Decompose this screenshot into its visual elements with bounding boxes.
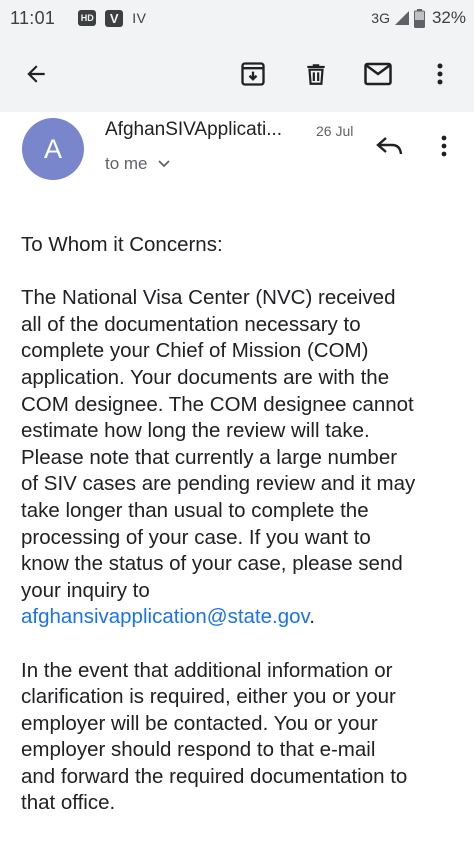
paragraph-1: The National Visa Center (NVC) received … xyxy=(21,285,461,631)
mark-unread-button[interactable] xyxy=(358,54,398,94)
signal-icon xyxy=(394,11,409,25)
sent-date: 26 Jul xyxy=(316,123,354,139)
mark-unread-icon xyxy=(364,62,392,86)
body-line: processing of your case. If you want to xyxy=(21,525,371,549)
body-line: employer should respond to that e-mail xyxy=(21,738,376,762)
message-more-button[interactable] xyxy=(426,128,462,164)
more-vert-icon xyxy=(441,135,447,157)
link-line: afghansivapplication@state.gov. xyxy=(21,604,461,631)
email-body: To Whom it Concerns: The National Visa C… xyxy=(21,232,461,844)
reply-button[interactable] xyxy=(372,128,408,164)
greeting: To Whom it Concerns: xyxy=(21,233,223,256)
delete-button[interactable] xyxy=(296,54,336,94)
back-button[interactable] xyxy=(16,54,56,94)
hd-badge-icon: HD xyxy=(78,10,97,26)
body-line: of SIV cases are pending review and it m… xyxy=(21,472,416,496)
body-line: Please note that currently a large numbe… xyxy=(21,445,398,469)
body-line: COM designee. The COM designee cannot xyxy=(21,392,414,416)
chevron-down-icon xyxy=(157,160,170,168)
body-line: application. Your documents are with the xyxy=(21,365,390,389)
reply-icon xyxy=(376,137,403,155)
iv-indicator: IV xyxy=(132,10,147,26)
body-line: know the status of your case, please sen… xyxy=(21,552,403,576)
delete-icon xyxy=(307,64,325,85)
link-trailing-period: . xyxy=(309,605,315,629)
body-line: employer will be contacted. You or your xyxy=(21,711,378,735)
status-left: 11:01 HD V IV xyxy=(10,8,146,29)
status-time: 11:01 xyxy=(10,7,56,28)
archive-icon xyxy=(241,62,265,86)
app-toolbar xyxy=(0,36,474,112)
more-vert-icon xyxy=(437,63,443,85)
email-address-link[interactable]: afghansivapplication@state.gov xyxy=(21,605,309,628)
body-line: all of the documentation necessary to xyxy=(21,312,361,336)
body-line: The National Visa Center (NVC) received xyxy=(21,286,396,310)
battery-icon xyxy=(413,8,425,28)
network-type: 3G xyxy=(371,10,390,26)
sender-name: AfghanSIVApplicati... xyxy=(105,119,283,140)
status-bar: 11:01 HD V IV 3G 32% xyxy=(0,0,474,36)
body-line: your inquiry to xyxy=(21,578,150,602)
v-app-icon: V xyxy=(105,9,124,27)
body-line: estimate how long the review will take. xyxy=(21,419,370,443)
paragraph-2: In the event that additional information… xyxy=(21,658,461,818)
recipient-label: to me xyxy=(105,154,148,173)
body-line: that office. xyxy=(21,791,116,815)
battery-percent: 32% xyxy=(431,8,466,27)
body-line: complete your Chief of Mission (COM) xyxy=(21,339,369,363)
status-right: 3G 32% xyxy=(371,8,466,28)
more-options-button[interactable] xyxy=(420,54,460,94)
sender-avatar[interactable]: A xyxy=(22,118,84,180)
archive-button[interactable] xyxy=(233,54,273,94)
body-line: clarification is required, either you or… xyxy=(21,685,396,709)
body-line: In the event that additional information… xyxy=(21,658,393,682)
recipient-details-toggle[interactable]: to me xyxy=(105,154,170,174)
back-arrow-icon xyxy=(27,65,45,83)
body-line: take longer than usual to complete the xyxy=(21,498,369,522)
body-line: and forward the required documentation t… xyxy=(21,764,408,788)
